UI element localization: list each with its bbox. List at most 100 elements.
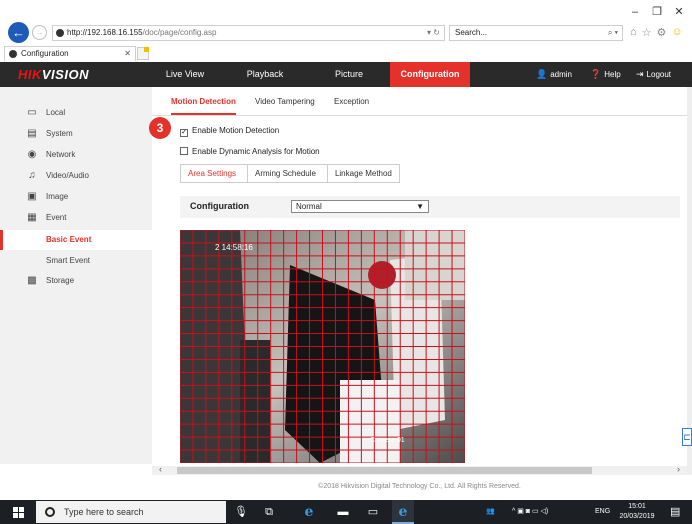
sidebar-item-image[interactable]: ▣ Image bbox=[0, 187, 152, 207]
task-view-icon[interactable]: ⧉ bbox=[258, 500, 280, 524]
side-panel-toggle-icon[interactable]: ⊏ bbox=[682, 428, 692, 446]
system-icon: ▤ bbox=[27, 128, 37, 139]
sidebar-item-storage[interactable]: ▩ Storage bbox=[0, 271, 152, 291]
nav-live-view[interactable]: Live View bbox=[152, 62, 218, 87]
step-badge: 3 bbox=[149, 117, 171, 139]
monitor-icon: ▭ bbox=[27, 107, 37, 118]
search-placeholder: Search... bbox=[455, 28, 488, 37]
tab-favicon-icon bbox=[9, 50, 17, 58]
footer-copyright: ©2018 Hikvision Digital Technology Co., … bbox=[318, 483, 521, 490]
clock-time: 15:01 bbox=[628, 503, 646, 510]
scroll-left-icon[interactable]: ‹ bbox=[159, 464, 162, 474]
configuration-row: Configuration Normal ▼ bbox=[180, 196, 680, 218]
search-icon[interactable]: ⌕ ▾ bbox=[608, 26, 618, 40]
close-icon[interactable]: ✕ bbox=[670, 6, 688, 18]
configuration-value: Normal bbox=[296, 202, 322, 211]
scrollbar-thumb[interactable] bbox=[177, 467, 592, 474]
browser-chrome: – ❐ ✕ ← → http://192.168.16.155/doc/page… bbox=[0, 0, 692, 62]
tab-linkage-method[interactable]: Linkage Method bbox=[326, 164, 400, 183]
notifications-icon[interactable]: ▤ bbox=[670, 505, 680, 518]
microphone-icon[interactable]: 🎙 bbox=[230, 500, 252, 524]
cortana-icon bbox=[45, 507, 55, 517]
enable-motion-checkbox[interactable]: ✓ bbox=[180, 129, 188, 137]
forward-arrow-icon[interactable]: → bbox=[32, 25, 47, 40]
home-icon[interactable]: ⌂ bbox=[630, 26, 637, 39]
smiley-icon[interactable]: ☺ bbox=[671, 26, 682, 39]
chevron-down-icon: ▼ bbox=[416, 202, 424, 211]
window-controls: – ❐ ✕ bbox=[626, 6, 688, 18]
taskbar-clock[interactable]: 15:01 20/03/2019 bbox=[612, 502, 662, 522]
url-path: /doc/page/config.asp bbox=[142, 28, 217, 37]
restore-icon[interactable]: ❐ bbox=[648, 6, 666, 18]
windows-taskbar: Type here to search 🎙 ⧉ e ▬ ▭ e 👥 ^ ▣ ◙ … bbox=[0, 500, 692, 524]
address-bar[interactable]: http://192.168.16.155/doc/page/config.as… bbox=[52, 25, 445, 41]
refresh-icon[interactable]: ▾ ↻ bbox=[427, 26, 440, 40]
video-osd-time: 2 14:58:16 bbox=[215, 243, 253, 252]
video-osd-camera: Camera 01 bbox=[370, 437, 405, 444]
sidebar-item-system[interactable]: ▤ System bbox=[0, 124, 152, 144]
new-tab-icon[interactable] bbox=[137, 47, 149, 60]
browser-toolbar-icons: ⌂ ☆ ⚙ ☺ bbox=[630, 26, 683, 39]
tab-area-settings[interactable]: Area Settings bbox=[180, 164, 249, 183]
storage-icon: ▩ bbox=[27, 275, 37, 286]
back-arrow-icon[interactable]: ← bbox=[8, 22, 29, 43]
horizontal-scrollbar[interactable]: ‹ › bbox=[152, 464, 687, 475]
taskbar-search-input[interactable]: Type here to search bbox=[36, 501, 226, 523]
scroll-right-icon[interactable]: › bbox=[677, 464, 680, 474]
vertical-scrollbar[interactable] bbox=[687, 87, 692, 475]
logout-link[interactable]: ⇥ Logout bbox=[636, 62, 671, 87]
language-indicator[interactable]: ENG bbox=[595, 500, 610, 524]
browser-search-input[interactable]: Search... ⌕ ▾ bbox=[449, 25, 623, 41]
tab-motion-detection[interactable]: Motion Detection bbox=[171, 97, 236, 115]
help-link[interactable]: ❓ Help bbox=[590, 62, 621, 87]
video-audio-icon: ♫ bbox=[28, 170, 36, 181]
globe-icon: ◉ bbox=[27, 149, 37, 160]
taskbar-search-placeholder: Type here to search bbox=[64, 507, 144, 517]
event-subtabs: Motion Detection Video Tampering Excepti… bbox=[152, 94, 687, 116]
hikvision-logo: HIKVISION bbox=[18, 67, 89, 82]
app-window-icon[interactable]: ▭ bbox=[362, 500, 384, 524]
windows-start-icon[interactable] bbox=[13, 507, 24, 518]
enable-dynamic-checkbox-row[interactable]: Enable Dynamic Analysis for Motion bbox=[180, 146, 320, 158]
tray-overflow-icon[interactable]: ^ ▣ ◙ ▭ ◁) bbox=[512, 500, 548, 524]
tab-title: Configuration bbox=[21, 49, 69, 58]
enable-dynamic-label: Enable Dynamic Analysis for Motion bbox=[192, 147, 320, 156]
sidebar-item-local[interactable]: ▭ Local bbox=[0, 103, 152, 123]
gear-icon[interactable]: ⚙ bbox=[657, 26, 667, 39]
star-icon[interactable]: ☆ bbox=[642, 26, 652, 39]
configuration-select[interactable]: Normal ▼ bbox=[291, 200, 429, 213]
user-icon: 👤 bbox=[536, 69, 548, 79]
minimize-icon[interactable]: – bbox=[626, 6, 644, 18]
nav-playback[interactable]: Playback bbox=[232, 62, 298, 87]
user-menu[interactable]: 👤 admin bbox=[536, 62, 572, 87]
tab-close-icon[interactable]: ✕ bbox=[124, 47, 131, 61]
configuration-label: Configuration bbox=[190, 201, 249, 211]
file-explorer-icon[interactable]: ▬ bbox=[332, 500, 354, 524]
sidebar-item-video-audio[interactable]: ♫ Video/Audio bbox=[0, 166, 152, 186]
tab-arming-schedule[interactable]: Arming Schedule bbox=[247, 164, 328, 183]
nav-picture[interactable]: Picture bbox=[316, 62, 382, 87]
sidebar-item-event[interactable]: ▦ Event bbox=[0, 208, 152, 228]
image-icon: ▣ bbox=[27, 191, 37, 202]
site-favicon-icon bbox=[56, 29, 64, 37]
tab-exception[interactable]: Exception bbox=[334, 97, 369, 115]
sidebar: ▭ Local ▤ System ◉ Network ♫ Video/Audio ▣ Im… bbox=[0, 87, 152, 464]
url-host: http://192.168.16.155 bbox=[67, 28, 143, 37]
sidebar-item-network[interactable]: ◉ Network bbox=[0, 145, 152, 165]
enable-motion-label: Enable Motion Detection bbox=[192, 126, 280, 135]
edge-browser-icon[interactable]: e bbox=[298, 500, 320, 524]
clock-date: 20/03/2019 bbox=[619, 513, 655, 520]
tab-video-tampering[interactable]: Video Tampering bbox=[255, 97, 315, 115]
internet-explorer-icon[interactable]: e bbox=[392, 500, 414, 524]
sidebar-item-basic-event[interactable]: Basic Event bbox=[0, 230, 152, 250]
enable-motion-checkbox-row[interactable]: ✓ Enable Motion Detection bbox=[180, 125, 279, 137]
nav-configuration[interactable]: Configuration bbox=[390, 62, 470, 87]
logout-icon: ⇥ bbox=[636, 69, 644, 79]
people-icon[interactable]: 👥 bbox=[486, 500, 495, 524]
enable-dynamic-checkbox[interactable] bbox=[180, 147, 188, 155]
app-header: HIKVISION Live View Playback Picture Con… bbox=[0, 62, 692, 87]
sidebar-item-smart-event[interactable]: Smart Event bbox=[0, 251, 152, 271]
video-preview[interactable] bbox=[180, 230, 465, 463]
browser-tab[interactable]: Configuration ✕ bbox=[4, 46, 136, 61]
event-icon: ▦ bbox=[27, 212, 37, 223]
